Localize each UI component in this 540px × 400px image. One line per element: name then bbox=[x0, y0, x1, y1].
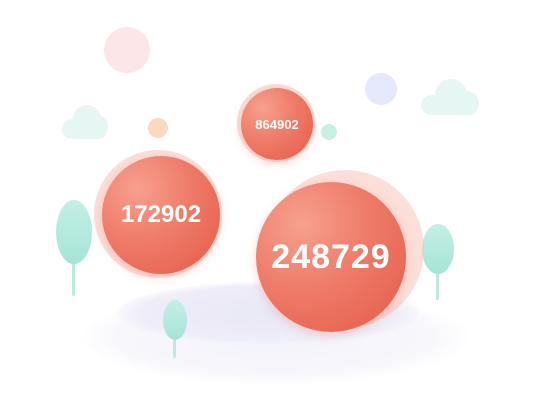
bubble-small-value: 864902 bbox=[241, 88, 313, 160]
bubble-small: 864902 bbox=[237, 84, 317, 162]
tree-icon bbox=[56, 200, 92, 296]
decor-dot-blue bbox=[365, 73, 397, 105]
cloud-icon bbox=[421, 79, 479, 115]
bubble-large-value: 248729 bbox=[256, 182, 406, 332]
decor-dot-teal bbox=[321, 124, 337, 140]
decor-dot-pink bbox=[104, 27, 150, 73]
tree-icon bbox=[422, 224, 454, 300]
tree-icon bbox=[163, 300, 187, 358]
bubble-illustration: 864902 172902 248729 bbox=[0, 0, 540, 400]
bubble-large: 248729 bbox=[256, 170, 424, 332]
bubble-medium: 172902 bbox=[94, 150, 226, 278]
cloud-icon bbox=[62, 105, 108, 139]
bubble-medium-value: 172902 bbox=[102, 156, 220, 274]
decor-dot-orange bbox=[148, 118, 168, 138]
